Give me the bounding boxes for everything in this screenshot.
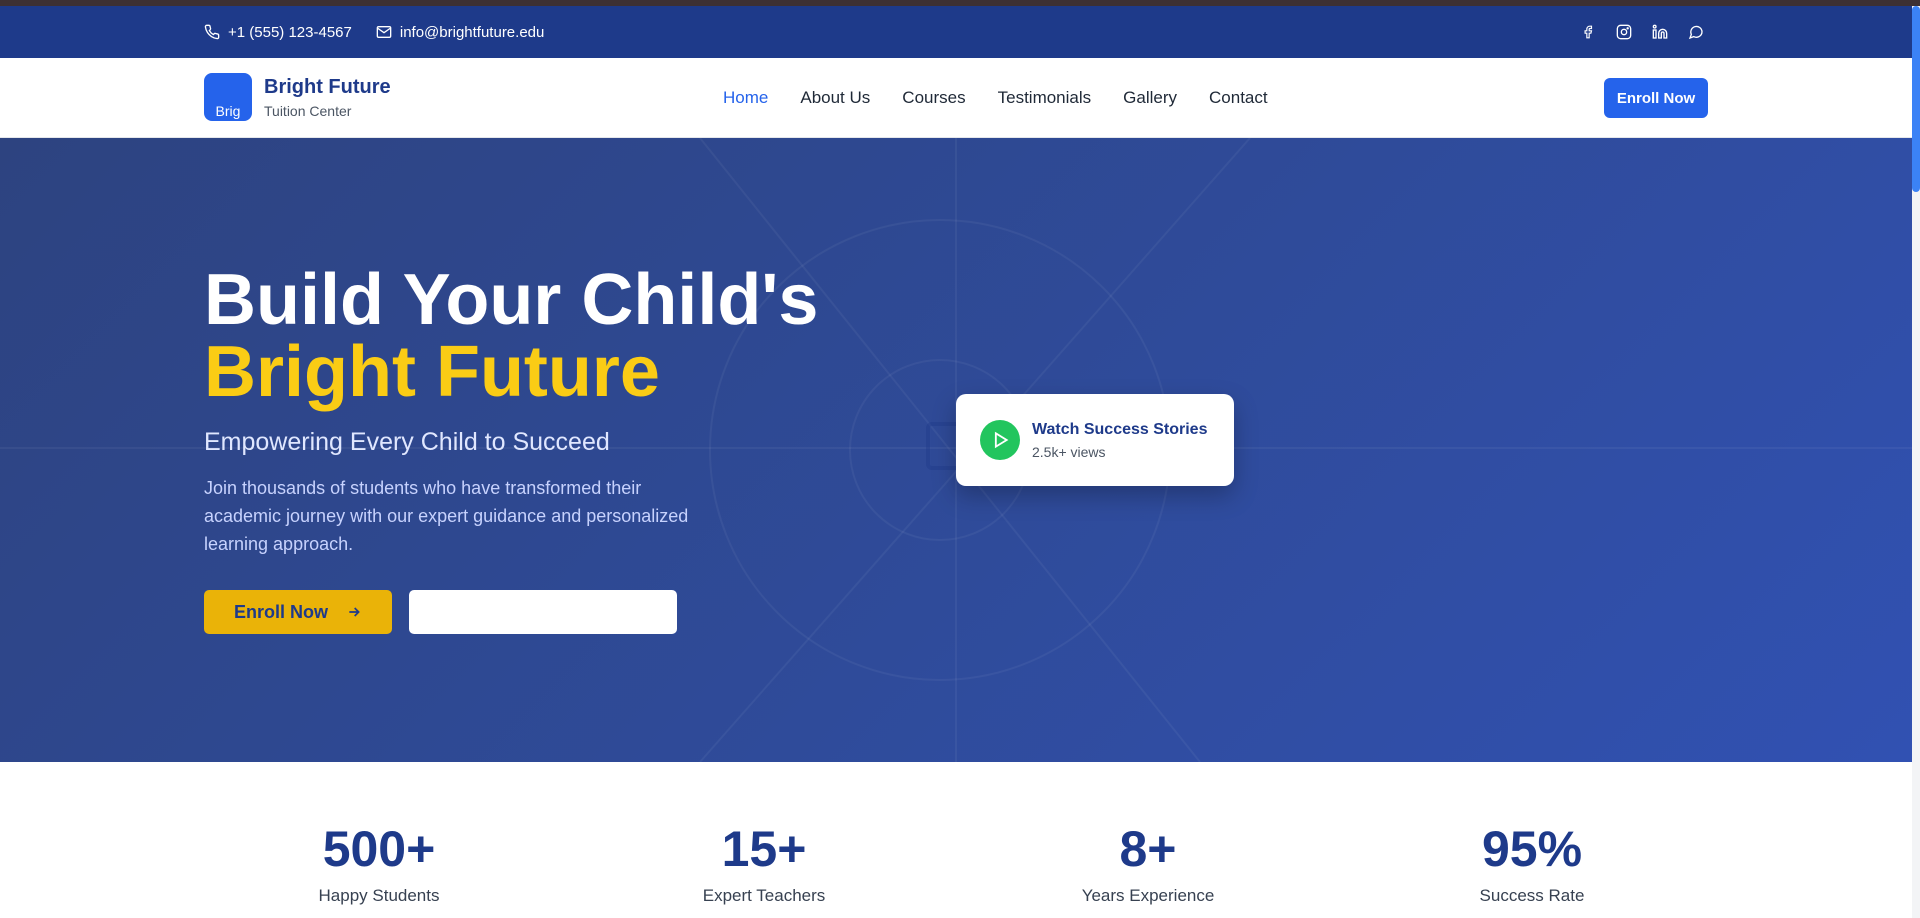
scrollbar-thumb[interactable] <box>1912 6 1920 192</box>
nav-item-about-us[interactable]: About Us <box>800 88 870 108</box>
hero-title: Build Your Child's Bright Future <box>204 264 818 408</box>
facebook-icon[interactable] <box>1576 20 1600 44</box>
logo-image[interactable]: Brig <box>204 73 252 121</box>
stat-value: 15+ <box>721 821 807 877</box>
email-contact[interactable]: info@brightfuture.edu <box>376 23 545 41</box>
linkedin-icon[interactable] <box>1648 20 1672 44</box>
brand-subtitle: Tuition Center <box>264 103 352 119</box>
logo-alt-text: Brig <box>215 103 241 119</box>
nav-menu: Home About Us Courses Testimonials Galle… <box>723 58 1268 138</box>
phone-contact[interactable]: +1 (555) 123-4567 <box>204 24 352 41</box>
stats-section: 500+ Happy Students 15+ Expert Teachers … <box>0 762 1912 918</box>
nav-item-gallery[interactable]: Gallery <box>1123 88 1177 108</box>
hero-subtitle: Empowering Every Child to Succeed <box>204 428 610 456</box>
arrow-right-icon <box>349 607 360 617</box>
hero-title-line1: Build Your Child's <box>204 260 819 340</box>
stat-happy-students: 500+ Happy Students <box>259 822 499 906</box>
hero-section: Build Your Child's Bright Future Empower… <box>0 138 1912 762</box>
stat-label: Years Experience <box>1081 886 1215 905</box>
email-address: info@brightfuture.edu <box>399 23 545 41</box>
stat-value: 8+ <box>1119 821 1177 877</box>
main-navbar: Brig Bright Future Tuition Center Home A… <box>0 58 1912 138</box>
nav-enroll-button[interactable]: Enroll Now <box>1604 78 1708 118</box>
mail-icon <box>376 26 392 38</box>
hero-secondary-button[interactable] <box>409 590 677 634</box>
top-contact-bar: +1 (555) 123-4567 info@brightfuture.edu <box>0 6 1912 58</box>
phone-number: +1 (555) 123-4567 <box>228 23 352 41</box>
hero-enroll-button[interactable]: Enroll Now <box>204 590 392 634</box>
play-icon[interactable] <box>980 420 1020 460</box>
stat-years-experience: 8+ Years Experience <box>1028 822 1268 906</box>
stat-label: Expert Teachers <box>702 886 826 905</box>
hero-enroll-label: Enroll Now <box>234 601 328 622</box>
instagram-icon[interactable] <box>1612 20 1636 44</box>
phone-icon <box>204 24 220 40</box>
nav-item-testimonials[interactable]: Testimonials <box>998 88 1092 108</box>
stat-value: 95% <box>1481 821 1583 877</box>
hero-title-line2: Bright Future <box>204 332 660 412</box>
stat-success-rate: 95% Success Rate <box>1412 822 1652 906</box>
social-links <box>1576 20 1708 44</box>
stat-label: Happy Students <box>318 886 440 905</box>
watch-stories-card[interactable]: Watch Success Stories 2.5k+ views <box>956 394 1234 486</box>
nav-item-courses[interactable]: Courses <box>902 88 965 108</box>
stat-expert-teachers: 15+ Expert Teachers <box>644 822 884 906</box>
stat-value: 500+ <box>322 821 436 877</box>
video-card-title: Watch Success Stories <box>1032 421 1208 438</box>
brand-name[interactable]: Bright Future <box>264 76 391 99</box>
hero-description: Join thousands of students who have tran… <box>204 478 689 554</box>
nav-item-contact[interactable]: Contact <box>1209 88 1268 108</box>
stat-label: Success Rate <box>1479 886 1585 905</box>
video-card-views: 2.5k+ views <box>1032 444 1106 460</box>
whatsapp-icon[interactable] <box>1684 20 1708 44</box>
nav-item-home[interactable]: Home <box>723 88 768 108</box>
